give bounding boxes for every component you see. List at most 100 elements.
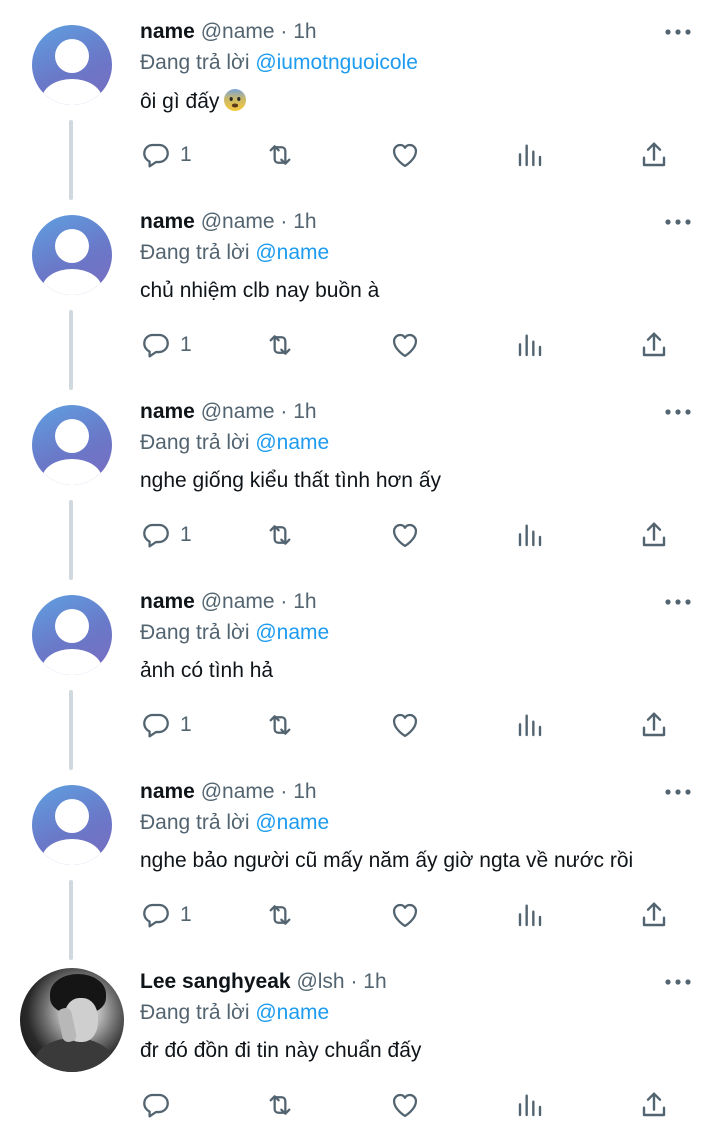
handle[interactable]: @lsh [296, 970, 344, 993]
tweet-actions: 1 [140, 518, 680, 552]
replying-to-label: Đang trả lời [140, 1001, 250, 1024]
avatar[interactable] [32, 405, 112, 485]
tweet-header: name @name · 1h [140, 779, 317, 805]
tweet-text: chủ nhiệm clb nay buồn à [140, 278, 379, 304]
replying-to-label: Đang trả lời [140, 241, 250, 264]
timestamp[interactable]: · 1h [280, 590, 316, 613]
share-button[interactable] [638, 898, 670, 932]
reply-button[interactable] [140, 1088, 180, 1122]
tweet-actions: 1 [140, 708, 680, 742]
like-button[interactable] [389, 708, 421, 742]
avatar[interactable] [32, 215, 112, 295]
display-name[interactable]: name [140, 590, 195, 613]
replying-to-label: Đang trả lời [140, 811, 250, 834]
avatar[interactable] [32, 785, 112, 865]
reply-count: 1 [180, 143, 192, 166]
more-dots-icon[interactable] [664, 782, 692, 802]
more-dots-icon[interactable] [664, 22, 692, 42]
timestamp[interactable]: · 1h [350, 970, 386, 993]
tweet[interactable]: name @name · 1h Đang trả lời @name nghe … [0, 380, 720, 580]
tweet[interactable]: name @name · 1h Đang trả lời @name ảnh c… [0, 570, 720, 770]
retweet-button[interactable] [264, 518, 296, 552]
handle[interactable]: @name [201, 210, 275, 233]
tweet[interactable]: Lee sanghyeak @lsh · 1h Đang trả lời @na… [0, 950, 720, 1126]
timestamp[interactable]: · 1h [280, 400, 316, 423]
display-name[interactable]: Lee sanghyeak [140, 970, 291, 993]
reply-button[interactable]: 1 [140, 138, 192, 172]
views-button[interactable] [514, 328, 546, 362]
views-button[interactable] [514, 1088, 546, 1122]
like-button[interactable] [389, 1088, 421, 1122]
share-button[interactable] [638, 138, 670, 172]
share-button[interactable] [638, 518, 670, 552]
tweet-header: name @name · 1h [140, 589, 317, 615]
display-name[interactable]: name [140, 780, 195, 803]
views-chart-icon [518, 334, 542, 357]
views-chart-icon [518, 144, 542, 167]
handle[interactable]: @name [201, 590, 275, 613]
tweet-text-content: ôi gì đấy [140, 90, 220, 113]
handle[interactable]: @name [201, 400, 275, 423]
retweet-icon [269, 905, 291, 925]
handle[interactable]: @name [201, 780, 275, 803]
more-dots-icon[interactable] [664, 592, 692, 612]
views-chart-icon [518, 714, 542, 737]
like-button[interactable] [389, 328, 421, 362]
reply-button[interactable]: 1 [140, 708, 192, 742]
share-button[interactable] [638, 1088, 670, 1122]
display-name[interactable]: name [140, 20, 195, 43]
timestamp[interactable]: · 1h [280, 20, 316, 43]
share-icon [642, 1092, 666, 1117]
reply-button[interactable]: 1 [140, 518, 192, 552]
reply-button[interactable]: 1 [140, 328, 192, 362]
tweet[interactable]: name @name · 1h Đang trả lời @name nghe … [0, 760, 720, 960]
avatar[interactable] [32, 25, 112, 105]
handle[interactable]: @name [201, 20, 275, 43]
views-button[interactable] [514, 518, 546, 552]
more-dots-icon[interactable] [664, 212, 692, 232]
timestamp[interactable]: · 1h [280, 210, 316, 233]
share-button[interactable] [638, 328, 670, 362]
heart-icon [392, 523, 418, 548]
like-button[interactable] [389, 898, 421, 932]
mention-link[interactable]: @iumotnguoicole [255, 51, 418, 74]
retweet-button[interactable] [264, 328, 296, 362]
retweet-button[interactable] [264, 708, 296, 742]
mention-link[interactable]: @name [255, 431, 329, 454]
tweet[interactable]: name @name · 1h Đang trả lời @name chủ n… [0, 190, 720, 390]
share-button[interactable] [638, 708, 670, 742]
mention-link[interactable]: @name [255, 811, 329, 834]
more-dots-icon[interactable] [664, 972, 692, 992]
tweet[interactable]: name @name · 1h Đang trả lời @iumotnguoi… [0, 0, 720, 200]
replying-to: Đang trả lời @name [140, 620, 329, 646]
reply-button[interactable]: 1 [140, 898, 192, 932]
reply-thread: name @name · 1h Đang trả lời @iumotnguoi… [0, 0, 720, 1126]
mention-link[interactable]: @name [255, 241, 329, 264]
reply-count: 1 [180, 903, 192, 926]
retweet-icon [269, 335, 291, 355]
avatar[interactable] [20, 968, 124, 1072]
retweet-button[interactable] [264, 1088, 296, 1122]
tweet-text-content: chủ nhiệm clb nay buồn à [140, 279, 380, 302]
tweet-actions: 1 [140, 898, 680, 932]
views-button[interactable] [514, 708, 546, 742]
reply-icon [143, 1093, 169, 1118]
tweet-header: name @name · 1h [140, 209, 317, 235]
timestamp[interactable]: · 1h [280, 780, 316, 803]
views-button[interactable] [514, 898, 546, 932]
like-button[interactable] [389, 518, 421, 552]
avatar[interactable] [32, 595, 112, 675]
retweet-button[interactable] [264, 898, 296, 932]
mention-link[interactable]: @name [255, 621, 329, 644]
views-button[interactable] [514, 138, 546, 172]
display-name[interactable]: name [140, 400, 195, 423]
heart-icon [392, 903, 418, 928]
more-dots-icon[interactable] [664, 402, 692, 422]
heart-icon [392, 713, 418, 738]
mention-link[interactable]: @name [255, 1001, 329, 1024]
views-chart-icon [518, 524, 542, 547]
display-name[interactable]: name [140, 210, 195, 233]
like-button[interactable] [389, 138, 421, 172]
retweet-button[interactable] [264, 138, 296, 172]
views-chart-icon [518, 1094, 542, 1117]
